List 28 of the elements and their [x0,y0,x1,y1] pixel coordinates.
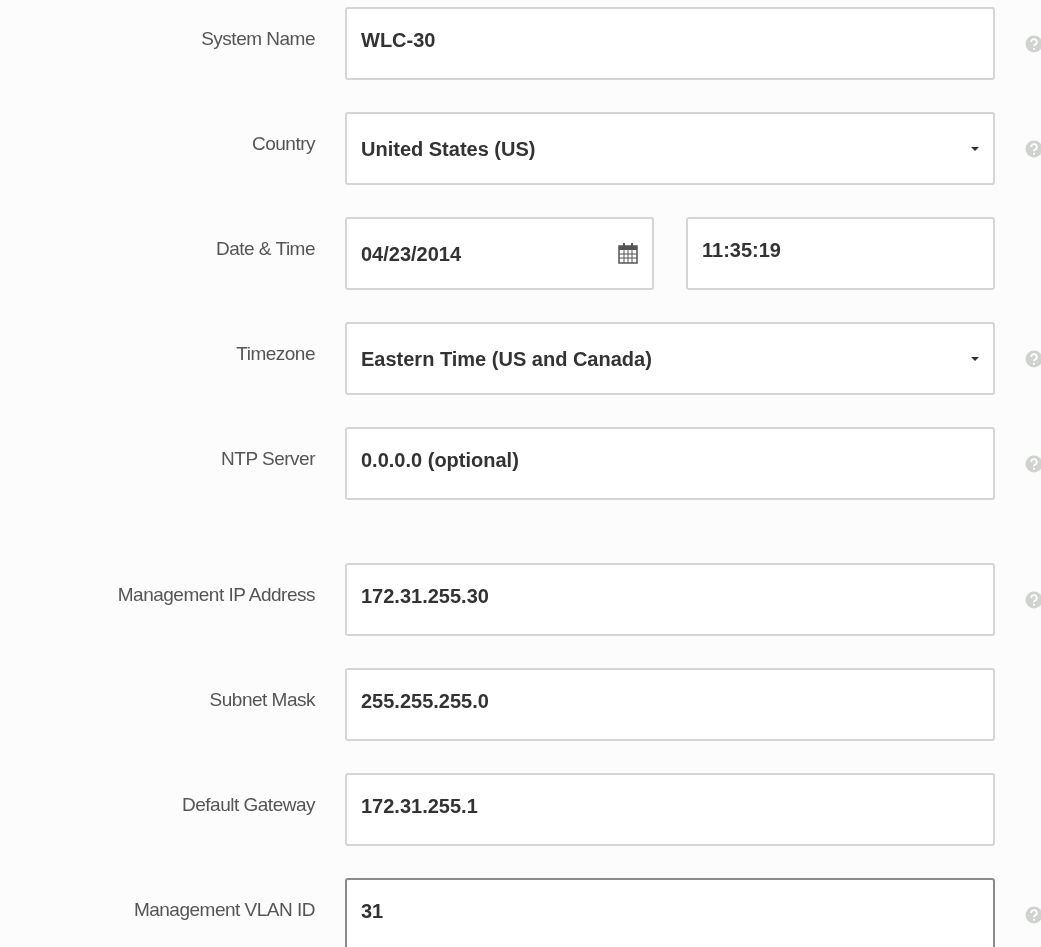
help-icon[interactable] [1025,140,1041,158]
input-field[interactable]: 31 [345,878,995,947]
input-field[interactable]: 0.0.0.0 (optional) [345,427,995,500]
caret-icon [971,146,979,151]
date-field[interactable]: 04/23/2014 [345,217,654,290]
help-icon[interactable] [1025,906,1041,924]
help-icon[interactable] [1025,591,1041,609]
field-label: Date & Time [215,237,315,261]
field-label: Default Gateway [182,793,315,817]
help-icon[interactable] [1025,35,1041,53]
input-field[interactable]: 172.31.255.1 [345,773,995,846]
field-label: Country [251,132,315,156]
input-field[interactable]: 172.31.255.30 [345,563,995,636]
input-field[interactable]: 11:35:19 [686,217,995,290]
caret-icon [971,356,979,361]
help-icon[interactable] [1025,350,1041,368]
dropdown-select[interactable]: Eastern Time (US and Canada) [345,322,995,395]
field-label: System Name [201,27,315,51]
field-label: Management IP Address [117,583,315,607]
dropdown-select[interactable]: United States (US) [345,112,995,185]
help-icon[interactable] [1025,455,1041,473]
field-label: Management VLAN ID [133,898,315,922]
field-label: NTP Server [221,447,315,471]
input-field[interactable]: WLC-30 [345,7,995,80]
field-label: Subnet Mask [209,688,315,712]
input-field[interactable]: 255.255.255.0 [345,668,995,741]
field-label: Timezone [236,342,315,366]
calendar-icon[interactable] [618,243,638,264]
